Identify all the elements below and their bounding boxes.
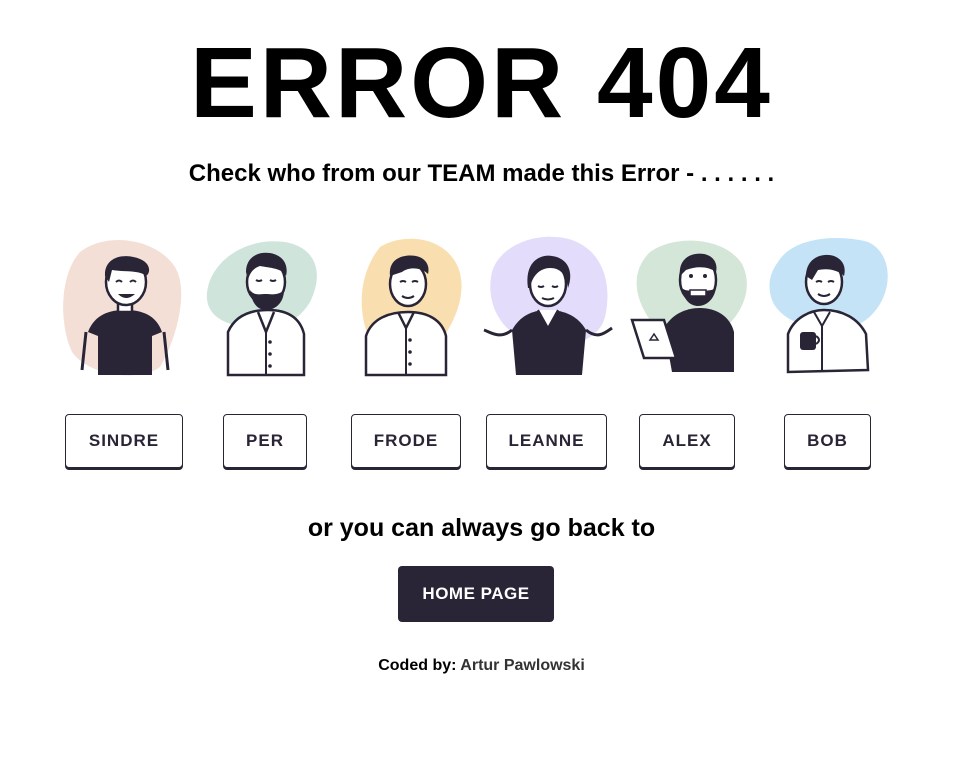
team-section: SINDRE PER FRODE LEANNE ALEX BOB	[0, 232, 963, 482]
go-back-text: or you can always go back to	[307, 514, 656, 542]
credits-author-link[interactable]: Artur Pawlowski	[460, 657, 584, 674]
credits-label: Coded by:	[378, 657, 457, 674]
man-shirt-illustration	[361, 238, 462, 377]
team-button-bob[interactable]: BOB	[784, 414, 871, 468]
team-button-frode[interactable]: FRODE	[351, 414, 461, 468]
credits: Coded by: Artur Pawlowski	[0, 657, 963, 675]
page-title: ERROR 404	[190, 27, 773, 139]
page-subtitle: Check who from our TEAM made this Error …	[188, 160, 775, 187]
home-page-button[interactable]: HOME PAGE	[398, 566, 554, 622]
man-smiling-tshirt-illustration	[63, 240, 182, 376]
man-laptop-illustration	[630, 240, 747, 372]
bearded-man-illustration	[206, 241, 317, 377]
woman-shrugging-illustration	[483, 236, 613, 375]
team-button-alex[interactable]: ALEX	[639, 414, 735, 468]
team-button-leanne[interactable]: LEANNE	[486, 414, 607, 468]
team-button-sindre[interactable]: SINDRE	[65, 414, 183, 468]
man-coffee-illustration	[769, 238, 888, 374]
team-button-per[interactable]: PER	[223, 414, 307, 468]
